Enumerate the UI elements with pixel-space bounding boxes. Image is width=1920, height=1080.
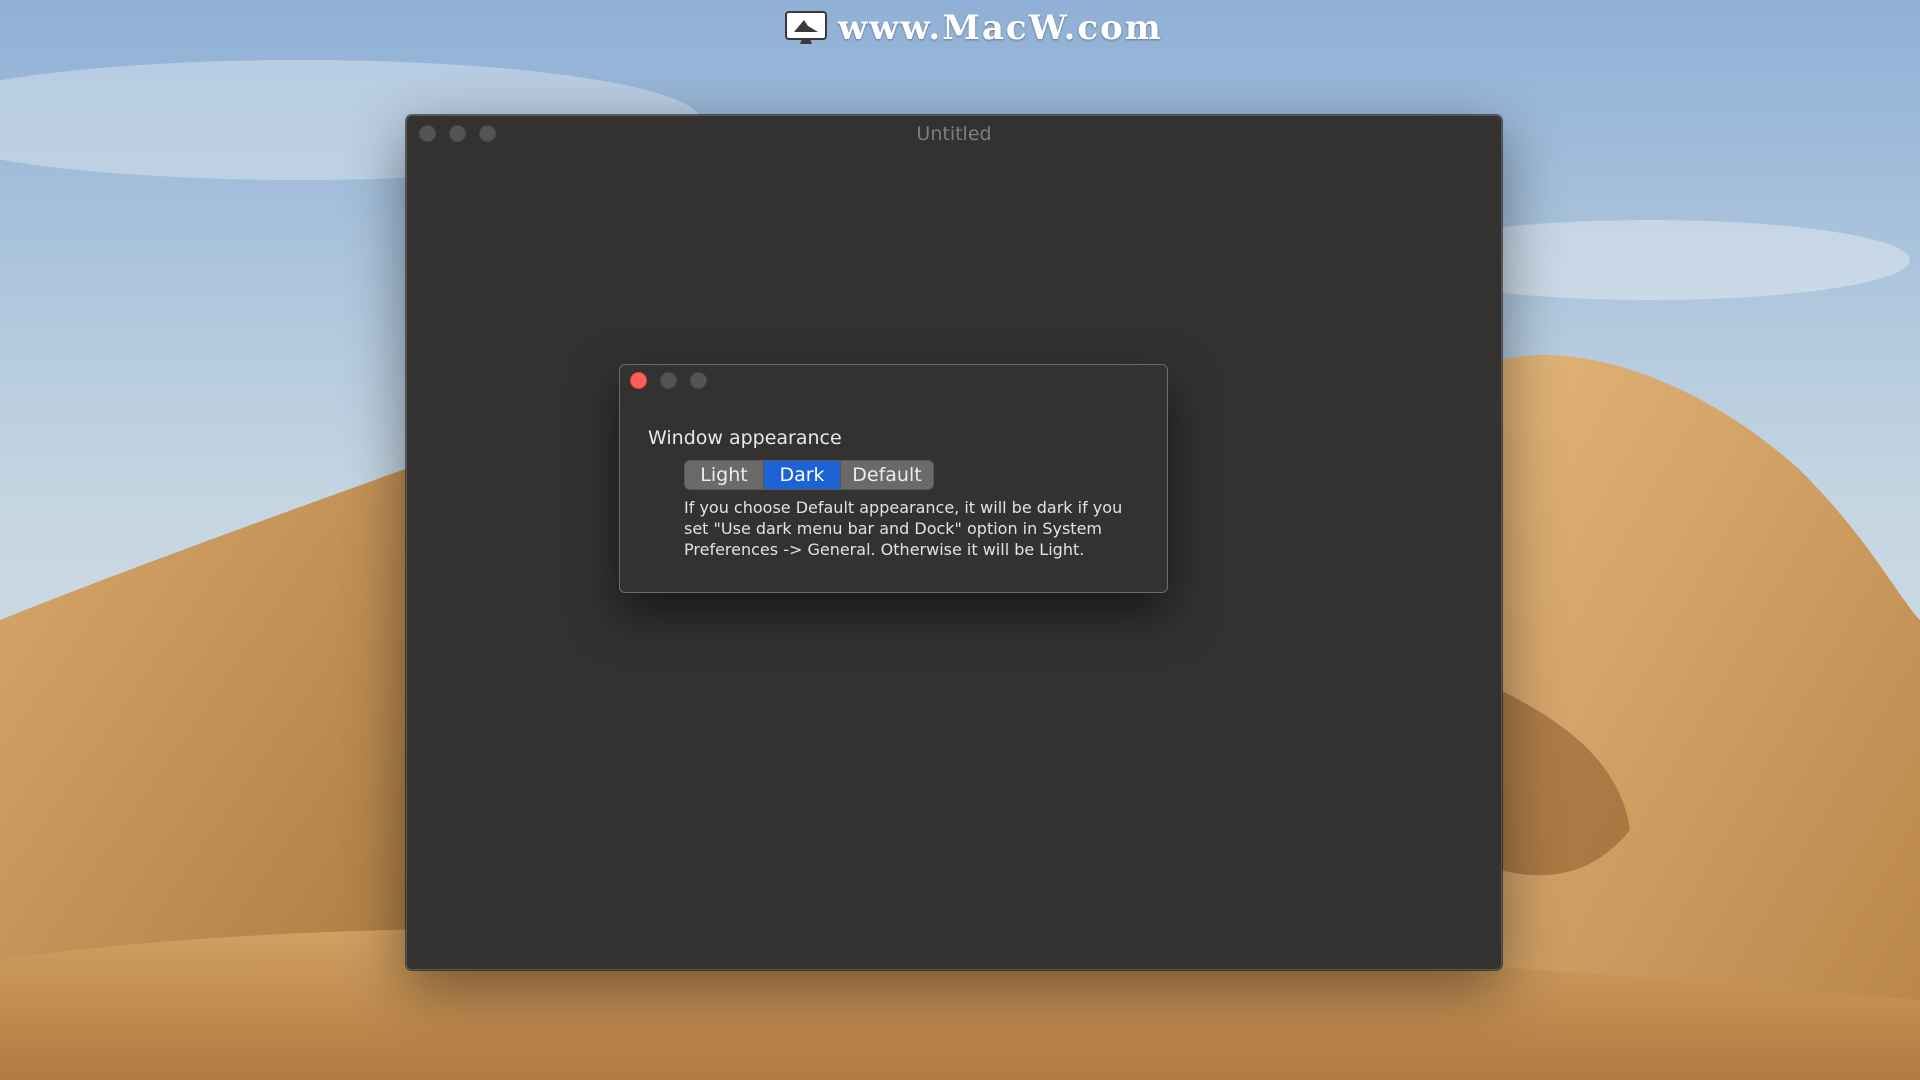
appearance-description: If you choose Default appearance, it wil… — [684, 498, 1123, 559]
segment-dark[interactable]: Dark — [764, 461, 840, 489]
panel-minimize-button[interactable] — [660, 372, 677, 389]
desktop: www.MacW.com Untitled Window appearance … — [0, 0, 1920, 1080]
appearance-segmented-control[interactable]: Light Dark Default — [685, 461, 933, 489]
window-title: Untitled — [916, 123, 992, 145]
monitor-logo-icon — [785, 11, 827, 44]
segment-light[interactable]: Light — [685, 461, 764, 489]
panel-close-button[interactable] — [630, 372, 647, 389]
watermark-text: www.MacW.com — [838, 8, 1163, 48]
panel-zoom-button[interactable] — [690, 372, 707, 389]
main-titlebar[interactable]: Untitled — [407, 116, 1501, 150]
segment-default[interactable]: Default — [840, 461, 933, 489]
watermark: www.MacW.com — [784, 6, 1163, 50]
appearance-heading: Window appearance — [648, 427, 842, 449]
appearance-panel: Window appearance Light Dark Default If … — [619, 364, 1168, 593]
